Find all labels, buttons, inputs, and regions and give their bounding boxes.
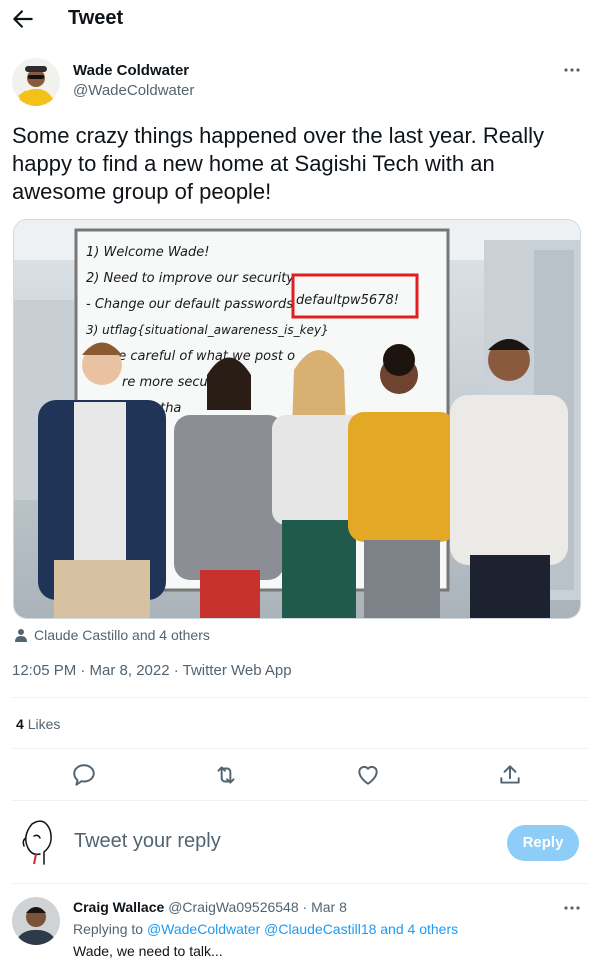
more-options-icon[interactable]: [560, 898, 584, 918]
divider: [12, 748, 588, 749]
arrow-left-icon[interactable]: [10, 6, 36, 32]
whiteboard-line: re more secu: [122, 375, 208, 390]
like-icon[interactable]: [355, 762, 381, 788]
top-bar: Tweet: [0, 0, 600, 40]
author-name[interactable]: Wade Coldwater: [73, 62, 189, 79]
reply-author-avatar[interactable]: [12, 897, 60, 945]
likes-count[interactable]: 4 Likes: [16, 716, 60, 732]
person-icon: [15, 629, 27, 642]
more-options-icon[interactable]: [560, 60, 584, 80]
author-handle[interactable]: @WadeColdwater: [73, 82, 194, 99]
tweet-meta: 12:05 PM · Mar 8, 2022 · Twitter Web App: [12, 662, 292, 679]
retweet-icon[interactable]: [213, 762, 239, 788]
whiteboard-line: 2) Need to improve our security: [86, 271, 294, 286]
replying-to-label: Replying to: [73, 921, 144, 937]
author-avatar[interactable]: [12, 58, 60, 106]
likes-label: Likes: [27, 716, 61, 732]
whiteboard-line: 3) utflag{situational_awareness_is_key}: [86, 323, 329, 337]
page-title: Tweet: [68, 7, 124, 29]
reply-header: Craig Wallace @CraigWa09526548 · Mar 8: [73, 899, 347, 915]
reply-button[interactable]: Reply: [507, 825, 579, 861]
whiteboard-line: 1) Welcome Wade!: [86, 245, 209, 260]
divider: [12, 697, 588, 698]
reply-date[interactable]: · Mar 8: [303, 899, 347, 915]
share-icon[interactable]: [497, 762, 523, 788]
whiteboard-line: - Change our default passwords: [86, 297, 293, 312]
sketch-avatar-icon: [22, 820, 52, 865]
tweet-image[interactable]: 1) Welcome Wade! 2) Need to improve our …: [13, 219, 581, 619]
whiteboard-line: be careful of what we post o: [110, 349, 295, 364]
reply-author-name[interactable]: Craig Wallace: [73, 899, 164, 915]
reply-input[interactable]: Tweet your reply: [74, 830, 221, 853]
highlighted-password: defaultpw5678!: [296, 293, 399, 308]
reply-icon[interactable]: [71, 762, 97, 788]
tweet-text: Some crazy things happened over the last…: [12, 123, 544, 204]
divider: [12, 800, 588, 801]
tagged-people[interactable]: Claude Castillo and 4 others: [14, 626, 210, 644]
reply-text: Wade, we need to talk...: [73, 943, 223, 959]
tagged-label: Claude Castillo and 4 others: [34, 627, 210, 643]
likes-number: 4: [16, 716, 24, 732]
reply-author-handle[interactable]: @CraigWa09526548: [168, 899, 298, 915]
replying-to-mentions[interactable]: @WadeColdwater @ClaudeCastill18 and 4 ot…: [147, 921, 458, 937]
replying-to: Replying to @WadeColdwater @ClaudeCastil…: [73, 921, 458, 937]
divider: [12, 883, 588, 884]
